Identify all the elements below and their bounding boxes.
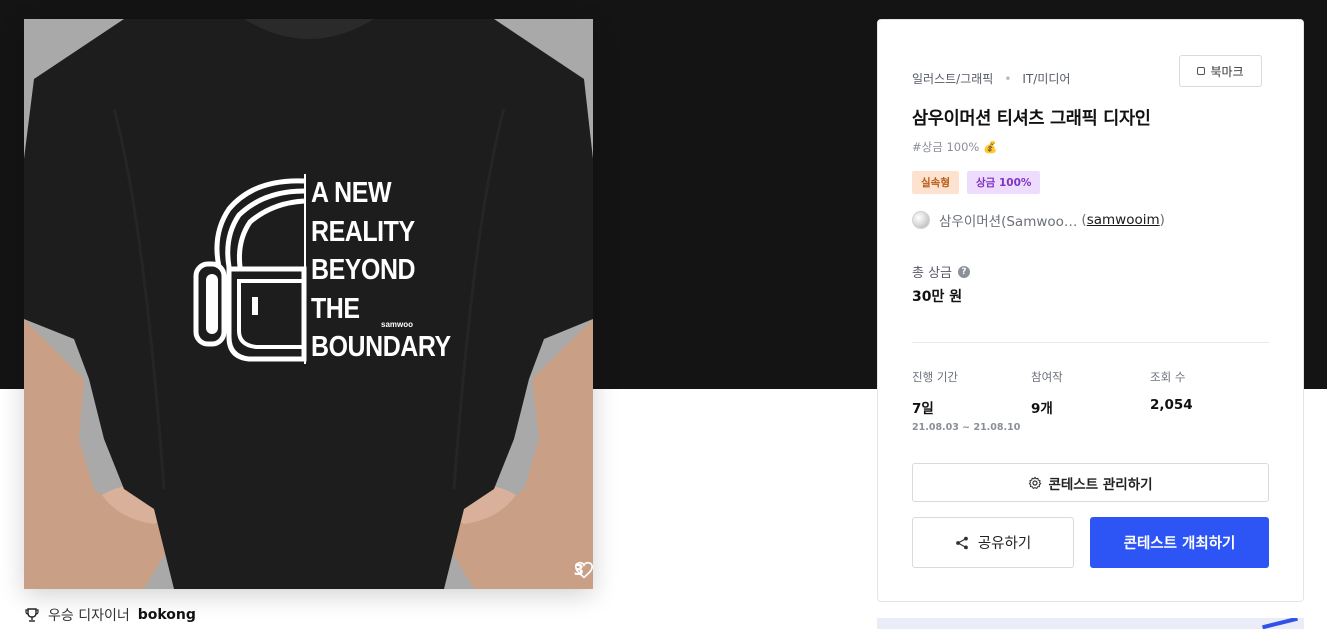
tshirt-photo	[24, 19, 593, 589]
tag-badge: 실속형	[912, 171, 959, 194]
stat-entries: 참여작 9개	[1031, 369, 1063, 417]
hashtag-text: #상금 100%	[912, 140, 980, 154]
contest-title: 삼우이머션 티셔츠 그래픽 디자인	[912, 109, 1151, 129]
brand-logo: samwoo	[381, 320, 414, 329]
stat-date-range: 21.08.03 ~ 21.08.10	[912, 422, 1021, 433]
stat-duration: 진행 기간 7일 21.08.03 ~ 21.08.10	[912, 369, 1020, 433]
banner-accent	[1262, 618, 1298, 629]
category-item[interactable]: 일러스트/그래픽	[912, 70, 993, 87]
host-name: 삼우이머션(Samwoo…	[939, 214, 1078, 230]
host-info[interactable]: 삼우이머션(Samwoo… (samwooim)	[912, 210, 1165, 230]
manage-contest-button[interactable]: 콘테스트 관리하기	[912, 463, 1269, 502]
stat-value: 9개	[1031, 401, 1053, 417]
like-button[interactable]: 3	[574, 561, 593, 579]
help-icon[interactable]: ?	[958, 265, 971, 278]
slogan-line: BEYOND	[311, 254, 416, 287]
stat-value: 2,054	[1150, 397, 1193, 413]
bookmark-button[interactable]: 북마크	[1179, 55, 1262, 87]
slogan-line: REALITY	[311, 215, 415, 248]
trophy-icon	[25, 608, 39, 622]
manage-label: 콘테스트 관리하기	[1048, 476, 1153, 493]
bookmark-label: 북마크	[1210, 64, 1244, 79]
prize-label-text: 총 상금	[912, 266, 953, 281]
stat-views: 조회 수 2,054	[1150, 369, 1193, 413]
winner-label: 우승 디자이너	[48, 608, 130, 624]
contest-tags: 실속형 상금 100%	[912, 171, 1041, 194]
host-contest-button[interactable]: 콘테스트 개최하기	[1090, 517, 1269, 568]
heart-icon	[574, 561, 593, 579]
host-handle[interactable]: samwooim	[1087, 212, 1160, 228]
prize-value: 30만 원	[912, 289, 963, 305]
stat-value: 7일	[912, 401, 934, 417]
handle-paren-close: )	[1159, 212, 1165, 228]
share-button[interactable]: 공유하기	[912, 517, 1074, 568]
slogan-line: BOUNDARY	[311, 331, 451, 364]
bookmark-icon	[1197, 67, 1206, 75]
contest-winner-image[interactable]: A NEW REALITY BEYOND THE BOUNDARY samwoo…	[24, 19, 593, 589]
stat-label: 진행 기간	[912, 370, 958, 384]
winner-designer: 우승 디자이너 bokong	[24, 605, 196, 625]
slogan-line: A NEW	[311, 177, 392, 209]
contest-info-card: 일러스트/그래픽 • IT/미디어 북마크 삼우이머션 티셔츠 그래픽 디자인 …	[877, 19, 1304, 602]
separator-dot: •	[1004, 71, 1012, 86]
money-bag-icon: 💰	[983, 140, 998, 154]
stat-label: 참여작	[1031, 370, 1063, 384]
avatar	[912, 211, 930, 229]
tag-badge: 상금 100%	[966, 171, 1041, 194]
gear-icon	[1029, 476, 1042, 489]
prize-label: 총 상금 ?	[912, 262, 971, 281]
promo-banner[interactable]	[877, 618, 1304, 629]
winner-name[interactable]: bokong	[138, 607, 196, 623]
stat-label: 조회 수	[1150, 370, 1186, 384]
share-icon	[955, 536, 968, 549]
category-item[interactable]: IT/미디어	[1022, 70, 1070, 87]
divider	[912, 342, 1269, 343]
hashtag[interactable]: #상금 100% 💰	[912, 139, 997, 155]
share-label: 공유하기	[977, 536, 1032, 552]
category-breadcrumb: 일러스트/그래픽 • IT/미디어	[912, 70, 1070, 87]
shirt-slogan: A NEW REALITY BEYOND THE BOUNDARY	[311, 174, 451, 367]
